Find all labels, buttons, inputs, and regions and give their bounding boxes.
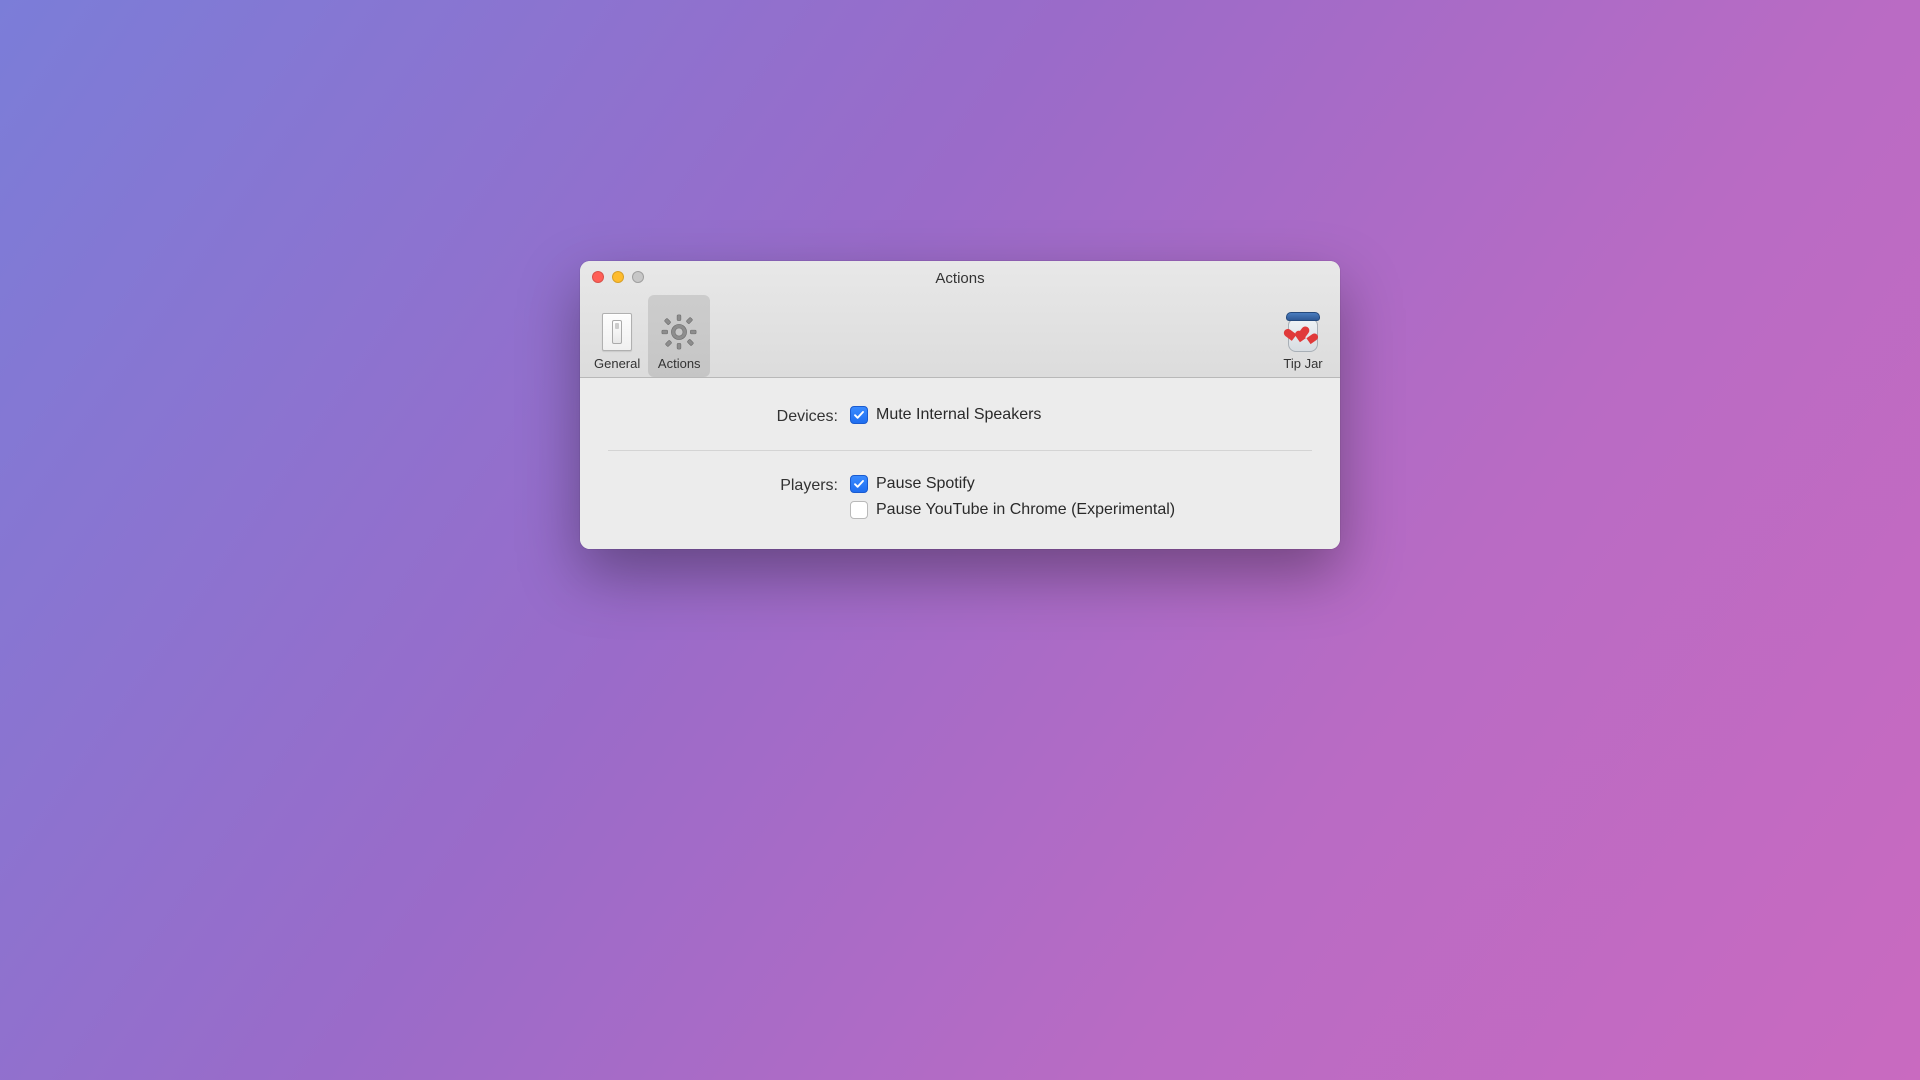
toolbar: General <box>580 295 1340 377</box>
gear-icon <box>659 310 699 354</box>
content-area: Devices: Mute Internal Speakers Players: <box>580 378 1340 549</box>
switch-icon <box>597 310 637 354</box>
tab-actions[interactable]: Actions <box>648 295 710 377</box>
tab-general[interactable]: General <box>586 295 648 377</box>
tab-label: Tip Jar <box>1283 356 1322 371</box>
minimize-button[interactable] <box>612 271 624 283</box>
window-title: Actions <box>580 270 1340 287</box>
pause-spotify-option[interactable]: Pause Spotify <box>850 475 1312 493</box>
players-controls: Pause Spotify Pause YouTube in Chrome (E… <box>850 475 1312 519</box>
traffic-lights <box>592 271 644 283</box>
checkbox-unchecked-icon[interactable] <box>850 501 868 519</box>
tab-label: General <box>594 356 640 371</box>
checkbox-label: Pause YouTube in Chrome (Experimental) <box>876 501 1175 519</box>
tip-jar-icon <box>1283 310 1323 354</box>
divider <box>608 450 1312 451</box>
tab-tip-jar[interactable]: Tip Jar <box>1272 295 1334 377</box>
close-button[interactable] <box>592 271 604 283</box>
checkbox-checked-icon[interactable] <box>850 475 868 493</box>
checkbox-label: Pause Spotify <box>876 475 975 493</box>
devices-controls: Mute Internal Speakers <box>850 406 1312 424</box>
players-label: Players: <box>608 475 838 495</box>
devices-row: Devices: Mute Internal Speakers <box>608 406 1312 426</box>
titlebar: Actions General <box>580 261 1340 378</box>
checkbox-checked-icon[interactable] <box>850 406 868 424</box>
preferences-window: Actions General <box>580 261 1340 549</box>
titlebar-top: Actions <box>580 261 1340 295</box>
zoom-button[interactable] <box>632 271 644 283</box>
pause-youtube-option[interactable]: Pause YouTube in Chrome (Experimental) <box>850 501 1312 519</box>
tab-label: Actions <box>658 356 701 371</box>
devices-label: Devices: <box>608 406 838 426</box>
mute-speakers-option[interactable]: Mute Internal Speakers <box>850 406 1312 424</box>
checkbox-label: Mute Internal Speakers <box>876 406 1041 424</box>
players-row: Players: Pause Spotify Pause YouTube in … <box>608 475 1312 519</box>
